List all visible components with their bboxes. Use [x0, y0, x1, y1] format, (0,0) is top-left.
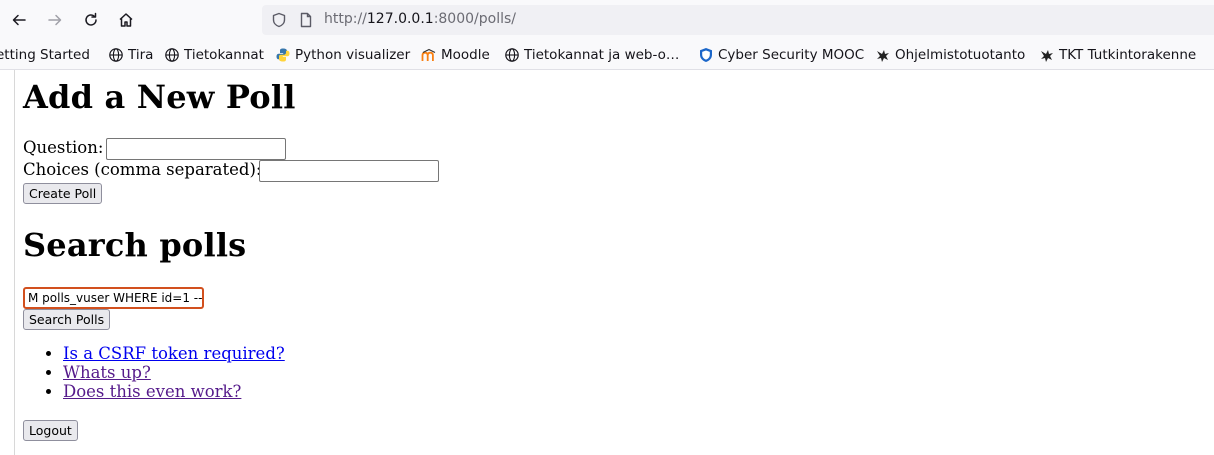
bookmark-label: Moodle [441, 47, 490, 63]
url-host: 127.0.0.1 [366, 11, 434, 27]
poll-link-csrf[interactable]: Is a CSRF token required? [63, 344, 285, 363]
poll-link-does-this-work[interactable]: Does this even work? [63, 382, 241, 401]
globe-icon [164, 47, 180, 63]
list-item: Whats up? [63, 363, 285, 382]
arrow-left-icon [12, 14, 26, 26]
search-polls-heading: Search polls [23, 226, 247, 264]
bookmark-label: Tietokannat ja web-o… [524, 47, 680, 63]
reload-icon [85, 12, 97, 26]
moodle-icon [421, 47, 437, 63]
reload-button[interactable] [79, 8, 103, 32]
choices-input[interactable] [259, 160, 439, 182]
question-label: Question: [23, 138, 104, 157]
home-button[interactable] [114, 8, 138, 32]
bookmark-getting-started[interactable]: etting Started [0, 40, 90, 69]
question-input[interactable] [106, 138, 286, 160]
create-poll-button[interactable]: Create Poll [23, 183, 103, 204]
forward-button[interactable] [43, 8, 67, 32]
tracking-protection-icon[interactable] [271, 12, 287, 28]
page-content: Add a New Poll Question: Choices (comma … [0, 70, 1214, 455]
bookmark-label: TKT Tutkintorakenne [1059, 47, 1197, 63]
poll-link-whats-up[interactable]: Whats up? [63, 363, 151, 382]
browser-toolbar: http://127.0.0.1:8000/polls/ [0, 0, 1214, 40]
bookmark-moodle[interactable]: Moodle [421, 40, 490, 69]
bird-icon [1039, 47, 1055, 63]
list-item: Is a CSRF token required? [63, 344, 285, 363]
logout-button[interactable]: Logout [23, 420, 78, 441]
bookmark-ohjelmistotuotanto[interactable]: Ohjelmistotuotanto [875, 40, 1026, 69]
bookmark-label: Tira [128, 47, 154, 63]
search-polls-button[interactable]: Search Polls [23, 309, 111, 330]
shield-icon [698, 47, 714, 63]
home-icon [119, 13, 133, 27]
page-left-border [14, 70, 15, 455]
bookmark-tkt-tutkintorakenne[interactable]: TKT Tutkintorakenne [1039, 40, 1197, 69]
url-text[interactable]: http://127.0.0.1:8000/polls/ [324, 11, 516, 27]
back-button[interactable] [7, 8, 31, 32]
search-input[interactable]: M polls_vuser WHERE id=1 -- [23, 287, 204, 309]
bookmark-label: Ohjelmistotuotanto [895, 47, 1026, 63]
poll-links-list: Is a CSRF token required? Whats up? Does… [23, 344, 285, 401]
bookmark-label: Python visualizer [295, 47, 411, 63]
url-prefix: http:// [324, 11, 367, 27]
bookmark-tietokannat[interactable]: Tietokannat [164, 40, 264, 69]
bookmark-tietokannat-web[interactable]: Tietokannat ja web-o… [504, 40, 680, 69]
url-path: :8000/polls/ [433, 11, 516, 27]
bookmark-cyber-security-mooc[interactable]: Cyber Security MOOC [698, 40, 865, 69]
bookmark-label: Cyber Security MOOC [718, 47, 865, 63]
bookmark-python-visualizer[interactable]: Python visualizer [275, 40, 411, 69]
bookmarks-bar: etting Started Tira Tietokannat Python v… [0, 40, 1214, 70]
add-poll-heading: Add a New Poll [23, 78, 296, 116]
globe-icon [108, 47, 124, 63]
arrow-right-icon [48, 14, 62, 26]
page-info-icon[interactable] [298, 12, 314, 28]
globe-icon [504, 47, 520, 63]
python-icon [275, 47, 291, 63]
bookmark-tira[interactable]: Tira [108, 40, 154, 69]
bookmark-label: Tietokannat [184, 47, 264, 63]
bird-icon [875, 47, 891, 63]
list-item: Does this even work? [63, 382, 285, 401]
choices-label: Choices (comma separated): [23, 160, 262, 179]
bookmark-label: etting Started [0, 47, 90, 63]
url-bar[interactable]: http://127.0.0.1:8000/polls/ [262, 5, 1214, 35]
